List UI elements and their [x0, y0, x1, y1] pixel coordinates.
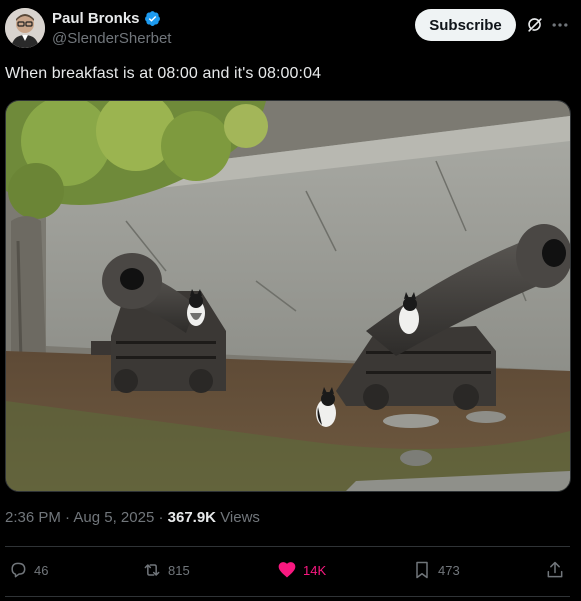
- grok-icon[interactable]: [525, 15, 545, 35]
- reply-icon: [11, 562, 26, 578]
- reply-button[interactable]: 46: [8, 558, 48, 582]
- divider-bottom: [5, 596, 570, 597]
- repost-button[interactable]: 815: [142, 558, 190, 582]
- tweet-date[interactable]: Aug 5, 2025: [73, 509, 154, 526]
- views-label: Views: [220, 509, 260, 526]
- author-name[interactable]: Paul Bronks: [52, 10, 161, 27]
- views-count: 367.9K: [167, 509, 217, 526]
- author-display-name[interactable]: Paul Bronks: [52, 10, 140, 27]
- repost-count: 815: [168, 562, 190, 578]
- bookmark-icon: [416, 561, 428, 579]
- tweet-text: When breakfast is at 08:00 and it's 08:0…: [5, 65, 322, 82]
- meta-separator: ·: [65, 509, 71, 526]
- author-handle[interactable]: @SlenderSherbet: [52, 30, 171, 47]
- tweet-time[interactable]: 2:36 PM: [5, 509, 61, 526]
- heart-icon: [278, 562, 296, 578]
- divider-top: [5, 546, 570, 547]
- reply-count: 46: [34, 562, 49, 578]
- repost-icon: [144, 564, 160, 576]
- verified-badge-icon: [144, 11, 160, 26]
- tweet-meta: 2:36 PM · Aug 5, 2025 · 367.9K Views: [5, 509, 260, 526]
- like-count: 14K: [303, 562, 327, 578]
- share-button[interactable]: [545, 558, 565, 582]
- like-button[interactable]: 14K: [277, 558, 326, 582]
- share-icon: [547, 561, 563, 578]
- subscribe-button[interactable]: Subscribe: [415, 9, 516, 41]
- tweet-photo[interactable]: [5, 100, 571, 492]
- avatar[interactable]: [5, 8, 45, 48]
- bookmark-count: 473: [438, 562, 460, 578]
- meta-separator: ·: [158, 509, 164, 526]
- bookmark-button[interactable]: 473: [412, 558, 460, 582]
- avatar-image: [5, 8, 45, 48]
- photo-illustration: [6, 101, 570, 491]
- more-dots-icon[interactable]: [550, 15, 570, 35]
